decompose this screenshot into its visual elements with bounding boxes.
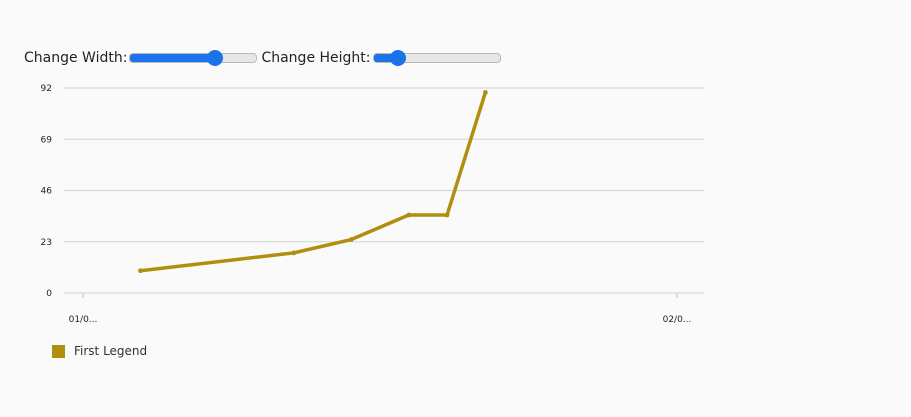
data-point[interactable] (291, 250, 297, 256)
legend-swatch-first (52, 344, 65, 358)
y-axis-ticks: 0 23 46 69 92 (41, 84, 53, 299)
x-axis-ticks: 01/0... 02/0... (69, 293, 692, 325)
y-tick-label: 46 (41, 187, 53, 197)
legend-label-first[interactable]: First Legend (74, 344, 147, 358)
series-line-first[interactable] (138, 90, 488, 273)
data-point[interactable] (482, 90, 488, 95)
data-point[interactable] (406, 212, 412, 218)
y-tick-label: 92 (41, 84, 52, 94)
data-point[interactable] (444, 212, 450, 218)
x-tick-label: 01/0... (69, 315, 98, 325)
legend: First Legend (52, 344, 147, 358)
y-tick-label: 0 (46, 289, 52, 299)
series-layer (138, 90, 488, 274)
grid-lines (64, 87, 704, 294)
data-point[interactable] (348, 237, 354, 242)
y-tick-label: 69 (41, 135, 53, 145)
y-tick-label: 23 (41, 238, 52, 248)
x-tick-label: 02/0... (663, 315, 692, 325)
data-point[interactable] (138, 268, 143, 274)
